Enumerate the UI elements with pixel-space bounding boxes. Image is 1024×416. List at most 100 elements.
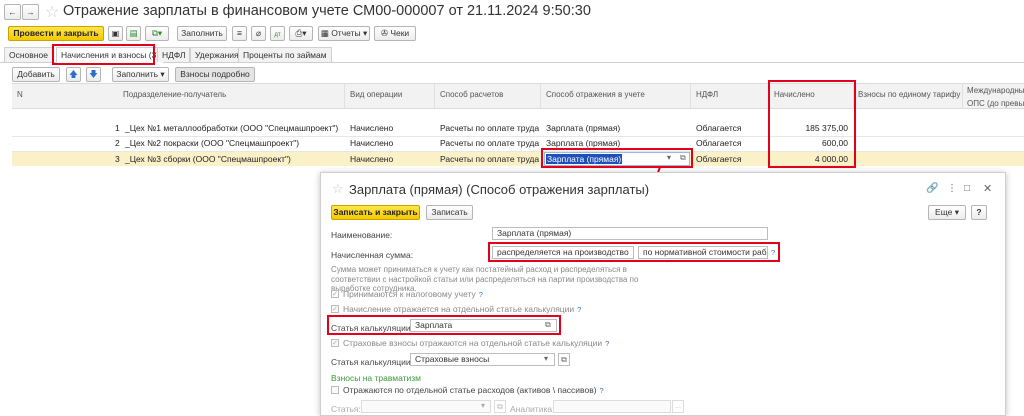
open-icon[interactable]: ⧉ (558, 353, 570, 366)
row-ndfl: Облагается (696, 138, 742, 148)
injury-checkbox[interactable] (331, 386, 339, 394)
article-field[interactable] (361, 400, 491, 413)
col-sep (344, 83, 345, 109)
reports-label: Отчеты (331, 28, 361, 38)
separate-item-text: Начисление отражается на отдельной стать… (343, 304, 575, 314)
receipt-icon: ✇ (380, 28, 388, 38)
col-header-international[interactable]: Международны (967, 86, 1024, 95)
add-button[interactable]: Добавить (12, 67, 60, 82)
arrow-down-icon: 🡇 (89, 69, 98, 79)
tab-ndfl[interactable]: НДФЛ (157, 47, 191, 62)
chevron-down-icon[interactable]: ▾ (481, 401, 485, 410)
help-question-icon[interactable]: ? (600, 386, 604, 395)
col-header-reflection[interactable]: Способ отражения в учете (546, 90, 645, 99)
col-header-calc-method[interactable]: Способ расчетов (440, 90, 503, 99)
move-down-button[interactable]: 🡇 (86, 67, 101, 82)
post-icon-button[interactable]: ▤ (126, 26, 141, 41)
forward-button[interactable]: → (22, 4, 39, 20)
arrow-up-icon: 🡅 (69, 69, 78, 79)
col-header-ndfl[interactable]: НДФЛ (696, 90, 718, 99)
checks-button[interactable]: ✇ Чеки (374, 26, 416, 41)
name-field[interactable]: Зарплата (прямая) (492, 227, 768, 240)
col-header-ops[interactable]: ОПС (до превыш (967, 99, 1024, 108)
col-header-contributions[interactable]: Взносы по единому тарифу (858, 90, 960, 99)
help-question-icon[interactable]: ? (479, 290, 483, 299)
analytics-label: Аналитика: (510, 404, 555, 414)
list-icon-button[interactable]: ≡ (232, 26, 247, 41)
dialog-star-icon[interactable]: ☆ (332, 181, 344, 197)
chevron-down-icon[interactable]: ▾ (544, 354, 548, 363)
fill-button[interactable]: Заполнить (177, 26, 227, 41)
insurance-separate-checkbox[interactable]: ✓ (331, 339, 339, 347)
separate-item-checkbox[interactable]: ✓ (331, 305, 339, 313)
highlight-accruals-tab (52, 44, 155, 65)
print-button[interactable]: ⎙▾ (289, 26, 313, 41)
row-division: _Цех №1 металлообработки (ООО "Спецмашпр… (125, 123, 339, 133)
save-and-close-button[interactable]: Записать и закрыть (331, 205, 420, 220)
more-vert-icon[interactable]: ⋮ (947, 183, 957, 194)
col-sep (690, 83, 691, 109)
more-label: Еще (935, 207, 953, 217)
tab-main[interactable]: Основное (4, 47, 53, 62)
row-operation: Начислено (350, 138, 394, 148)
move-up-button[interactable]: 🡅 (66, 67, 81, 82)
back-button[interactable]: ← (4, 4, 21, 20)
tax-accept-checkbox[interactable]: ✓ (331, 290, 339, 298)
maximize-icon[interactable]: □ (964, 183, 970, 194)
report-icon: ▦ (320, 28, 329, 38)
tab-loan-interest[interactable]: Проценты по займам (238, 47, 332, 62)
injury-check-text: Отражаются по отдельной статье расходов … (343, 385, 597, 395)
reports-button[interactable]: ▦ Отчеты ▾ (318, 26, 370, 41)
checks-label: Чеки (390, 28, 410, 38)
fill-table-label: Заполнить (116, 69, 159, 79)
ellipsis-button[interactable]: ... (672, 400, 684, 413)
help-button[interactable]: ? (971, 205, 987, 220)
close-icon[interactable]: ✕ (983, 182, 992, 195)
more-button[interactable]: Еще ▾ (928, 205, 966, 220)
open-icon[interactable]: ⧉ (494, 400, 506, 413)
insurance-separate-text: Страховые взносы отражаются на отдельной… (343, 338, 603, 348)
separate-item-label: Начисление отражается на отдельной стать… (343, 304, 581, 314)
row-operation: Начислено (350, 123, 394, 133)
dialog-title: Зарплата (прямая) (Способ отражения зарп… (349, 182, 650, 197)
row-reflection: Зарплата (прямая) (546, 138, 621, 148)
dt-kt-icon: дт (274, 32, 281, 38)
help-question-icon[interactable]: ? (605, 339, 609, 348)
col-header-operation[interactable]: Вид операции (350, 90, 402, 99)
save-icon-button[interactable]: ▣ (108, 26, 123, 41)
highlight-reflection-cell (541, 148, 693, 168)
paperclip-icon: ⌀ (255, 28, 262, 38)
attach-icon-button[interactable]: ⌀ (251, 26, 266, 41)
col-sep (962, 83, 963, 109)
cost-item2-field[interactable]: Страховые взносы (410, 353, 555, 366)
col-header-n[interactable]: N (17, 90, 23, 99)
row-calc-method: Расчеты по оплате труда (440, 154, 540, 164)
link-icon[interactable]: 🔗 (926, 183, 938, 194)
row-number: 2 (115, 138, 120, 148)
highlight-cost-item (327, 315, 561, 335)
row-reflection: Зарплата (прямая) (546, 123, 621, 133)
arrow-right-icon: → (26, 7, 35, 17)
dt-kt-button[interactable]: дт (270, 26, 285, 41)
row-ndfl: Облагается (696, 154, 742, 164)
contributions-detail-button[interactable]: Взносы подробно (175, 67, 255, 82)
floppy-icon: ▣ (111, 29, 120, 38)
structure-button[interactable]: ⧉▾ (145, 26, 169, 41)
fill-table-button[interactable]: Заполнить ▾ (112, 67, 169, 82)
row-division: _Цех №3 сборки (ООО "Спецмашпроект") (125, 154, 291, 164)
cost-item2-label: Статья калькуляции: (331, 357, 413, 367)
help-question-icon[interactable]: ? (577, 305, 581, 314)
col-header-division[interactable]: Подразделение-получатель (123, 90, 226, 99)
col-sep (540, 83, 541, 109)
analytics-field[interactable] (553, 400, 671, 413)
tax-accept-label: Принимаются к налоговому учету? (343, 289, 483, 299)
tax-accept-text: Принимаются к налоговому учету (343, 289, 476, 299)
highlight-accrued-column (768, 80, 856, 168)
insurance-separate-label: Страховые взносы отражаются на отдельной… (343, 338, 609, 348)
tab-deductions[interactable]: Удержания (190, 47, 244, 62)
post-and-close-button[interactable]: Провести и закрыть (8, 26, 104, 41)
row-number: 3 (115, 154, 120, 164)
star-icon[interactable]: ☆ (45, 2, 59, 22)
save-button[interactable]: Записать (426, 205, 473, 220)
row-ndfl: Облагается (696, 123, 742, 133)
